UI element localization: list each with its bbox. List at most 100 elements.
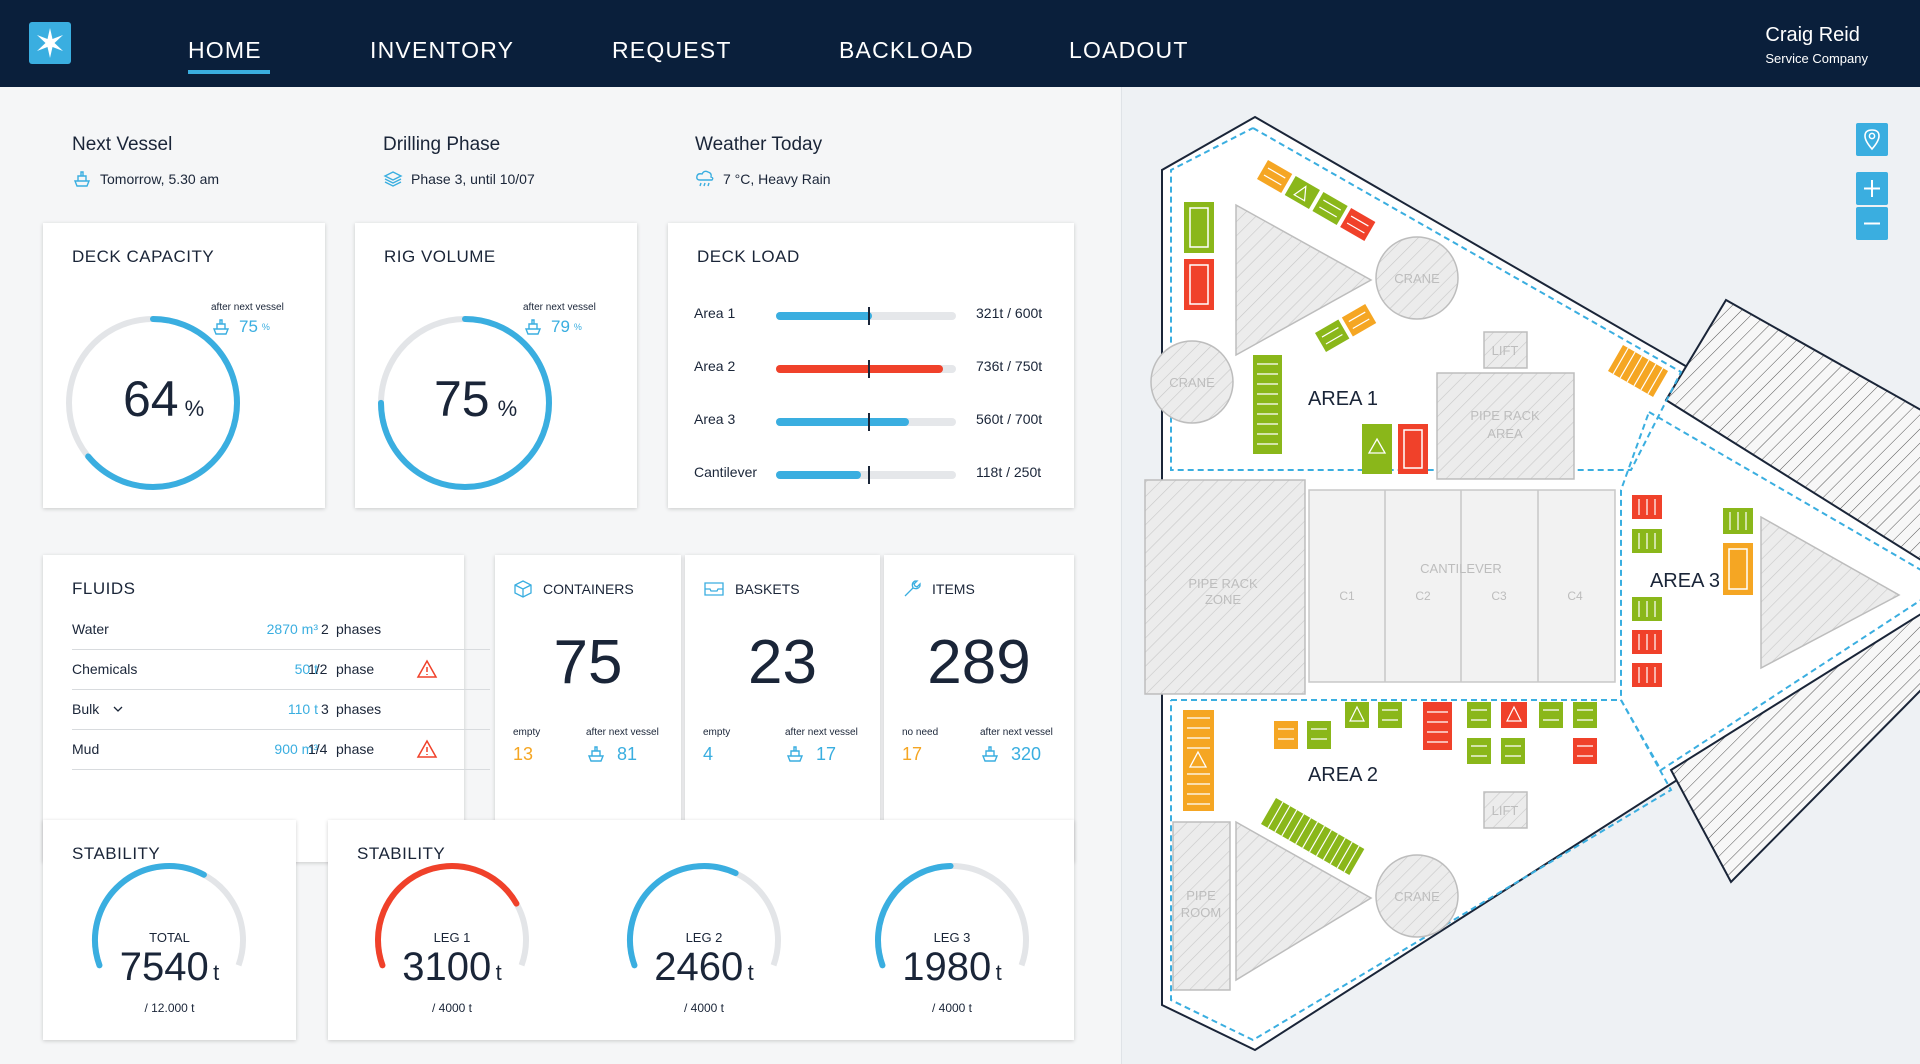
drilling-phase-info: Drilling Phase Phase 3, until 10/07 xyxy=(383,134,535,188)
deck-load-marker xyxy=(867,307,870,325)
baskets-card[interactable]: BASKETS 23 empty after next vessel 4 17 xyxy=(685,555,880,862)
baskets-label: BASKETS xyxy=(735,581,800,597)
fluid-phase-label: phases xyxy=(336,621,382,637)
deck-map[interactable]: CRANE CRANE CRANE PIPE RACK AREA LIFT LI… xyxy=(1122,87,1920,1064)
fluid-phase-number: 1/2 xyxy=(308,661,328,677)
containers-card[interactable]: CONTAINERS 75 empty after next vessel 13… xyxy=(495,555,681,862)
pipe-rack-area-label: AREA xyxy=(1487,426,1523,441)
cargo-unit-warning[interactable] xyxy=(1362,424,1392,474)
bay-c3[interactable]: C3 xyxy=(1491,589,1507,603)
deck-load-row[interactable]: Area 3 560t / 700t xyxy=(694,411,1042,431)
fluid-row-chemicals[interactable]: Chemicals 50 t 1/2 phase xyxy=(72,649,490,690)
stability-legs-card[interactable]: STABILITY LEG 1 3100 t / 4000 t LEG 2 24… xyxy=(328,820,1074,1040)
fluid-row-mud[interactable]: Mud 900 m³ 1/4 phase xyxy=(72,729,490,770)
containers-left-value: 13 xyxy=(513,744,534,764)
nav-backload[interactable]: BACKLOAD xyxy=(839,37,974,64)
baskets-right-value: 17 xyxy=(816,744,837,764)
deck-load-value: 736t / 750t xyxy=(976,358,1043,374)
bay-c2[interactable]: C2 xyxy=(1415,589,1431,603)
cargo-unit[interactable] xyxy=(1723,543,1753,595)
items-left-value: 17 xyxy=(902,744,923,764)
baskets-left-value: 4 xyxy=(703,744,714,764)
deck-capacity-card[interactable]: DECK CAPACITY after next vessel 75 % 64 … xyxy=(43,223,325,508)
deck-load-row[interactable]: Cantilever 118t / 250t xyxy=(694,464,1041,484)
weather-info: Weather Today 7 °C, Heavy Rain xyxy=(695,134,831,188)
fluid-row-water[interactable]: Water 2870 m³ 2 phases xyxy=(72,609,490,650)
cargo-unit[interactable] xyxy=(1184,259,1214,310)
user-menu[interactable]: Craig Reid Service Company xyxy=(1765,24,1868,66)
bay-c1[interactable]: C1 xyxy=(1339,589,1355,603)
rig-volume-value: 75 xyxy=(434,371,490,427)
leg2-value: 2460 xyxy=(654,945,744,989)
fluid-row-bulk[interactable]: Bulk 110 t 3 phases xyxy=(72,689,490,730)
bay-c4[interactable]: C4 xyxy=(1567,589,1583,603)
rain-cloud-icon xyxy=(696,170,714,187)
cantilever[interactable] xyxy=(1308,489,1616,683)
plus-icon xyxy=(1864,180,1880,197)
cargo-unit[interactable] xyxy=(1573,738,1597,764)
containers-right-label: after next vessel xyxy=(586,727,659,738)
weather-title: Weather Today xyxy=(695,134,823,155)
leg1-label: LEG 1 xyxy=(433,930,471,945)
star-logo-icon xyxy=(37,28,63,58)
containers-right-value: 81 xyxy=(617,744,638,764)
cargo-unit[interactable] xyxy=(1398,424,1428,474)
fluids-card[interactable]: FLUIDS Water 2870 m³ 2 phases Chemicals … xyxy=(43,555,490,862)
leg2-label: LEG 2 xyxy=(685,930,723,945)
cargo-unit[interactable] xyxy=(1467,738,1491,764)
map-zoom-in-button[interactable] xyxy=(1856,172,1888,205)
cargo-unit[interactable] xyxy=(1539,702,1563,728)
stability-total-unit: t xyxy=(213,960,220,985)
rig-volume-card[interactable]: RIG VOLUME after next vessel 79 % 75 % xyxy=(355,223,637,508)
leg2-max: / 4000 t xyxy=(683,1001,725,1015)
cargo-unit[interactable] xyxy=(1274,721,1298,749)
containers-left-label: empty xyxy=(513,727,541,738)
pipe-rack-zone-label: ZONE xyxy=(1205,592,1241,607)
leg3-unit: t xyxy=(995,960,1002,985)
deck-load-area-label: Area 2 xyxy=(694,358,736,374)
user-name: Craig Reid xyxy=(1765,24,1860,46)
deck-load-value: 321t / 600t xyxy=(976,305,1043,321)
map-zoom-out-button[interactable] xyxy=(1856,207,1888,240)
fluid-phase-number: 1/4 xyxy=(308,741,328,757)
deck-capacity-after-unit: % xyxy=(261,322,270,332)
map-locate-button[interactable] xyxy=(1856,123,1888,156)
leg2-unit: t xyxy=(747,960,754,985)
warning-icon xyxy=(416,739,438,758)
leg1-value: 3100 xyxy=(402,945,492,989)
cargo-unit[interactable] xyxy=(1501,738,1525,764)
nav-inventory[interactable]: INVENTORY xyxy=(370,37,514,64)
rig-volume-after-unit: % xyxy=(573,322,582,332)
deck-load-card[interactable]: DECK LOAD Area 1 321t / 600t Area 2 736t / … xyxy=(668,223,1074,508)
deck-load-row[interactable]: Area 1 321t / 600t xyxy=(694,305,1042,325)
deck-load-marker xyxy=(867,413,870,431)
chevron-down-icon[interactable] xyxy=(112,705,124,713)
deck-map-panel[interactable]: CRANE CRANE CRANE PIPE RACK AREA LIFT LI… xyxy=(1121,87,1920,1064)
items-label: ITEMS xyxy=(932,581,975,597)
cargo-unit[interactable] xyxy=(1307,721,1331,749)
area1-label[interactable]: AREA 1 xyxy=(1308,388,1378,410)
container-box-icon xyxy=(514,580,532,598)
rig-volume-after-value: 79 xyxy=(551,317,570,336)
cargo-unit[interactable] xyxy=(1184,202,1214,253)
area2-label[interactable]: AREA 2 xyxy=(1308,764,1378,786)
items-right-value: 320 xyxy=(1011,744,1042,764)
cargo-unit[interactable] xyxy=(1423,702,1452,750)
items-card[interactable]: ITEMS 289 no need after next vessel 17 3… xyxy=(884,555,1074,862)
cargo-pipe-stack[interactable] xyxy=(1183,710,1214,811)
stability-total-card[interactable]: STABILITY TOTAL 7540 t / 12.000 t xyxy=(43,820,296,1040)
nav-loadout[interactable]: LOADOUT xyxy=(1069,37,1189,64)
deck-load-row[interactable]: Area 2 736t / 750t xyxy=(694,358,1042,378)
brand-logo[interactable] xyxy=(29,22,71,64)
nav-home[interactable]: HOME xyxy=(188,37,270,74)
cargo-unit[interactable] xyxy=(1573,702,1597,728)
leg3-label: LEG 3 xyxy=(933,930,971,945)
area3-label[interactable]: AREA 3 xyxy=(1650,570,1720,592)
weather-value: 7 °C, Heavy Rain xyxy=(723,171,831,187)
dashboard-panel: Next Vessel Tomorrow, 5.30 am Drilling P… xyxy=(0,87,1120,1064)
deck-load-bar xyxy=(776,413,956,431)
cargo-unit[interactable] xyxy=(1378,702,1402,728)
cargo-unit[interactable] xyxy=(1467,702,1491,728)
deck-load-title: DECK LOAD xyxy=(697,247,800,266)
nav-request[interactable]: REQUEST xyxy=(612,37,732,64)
